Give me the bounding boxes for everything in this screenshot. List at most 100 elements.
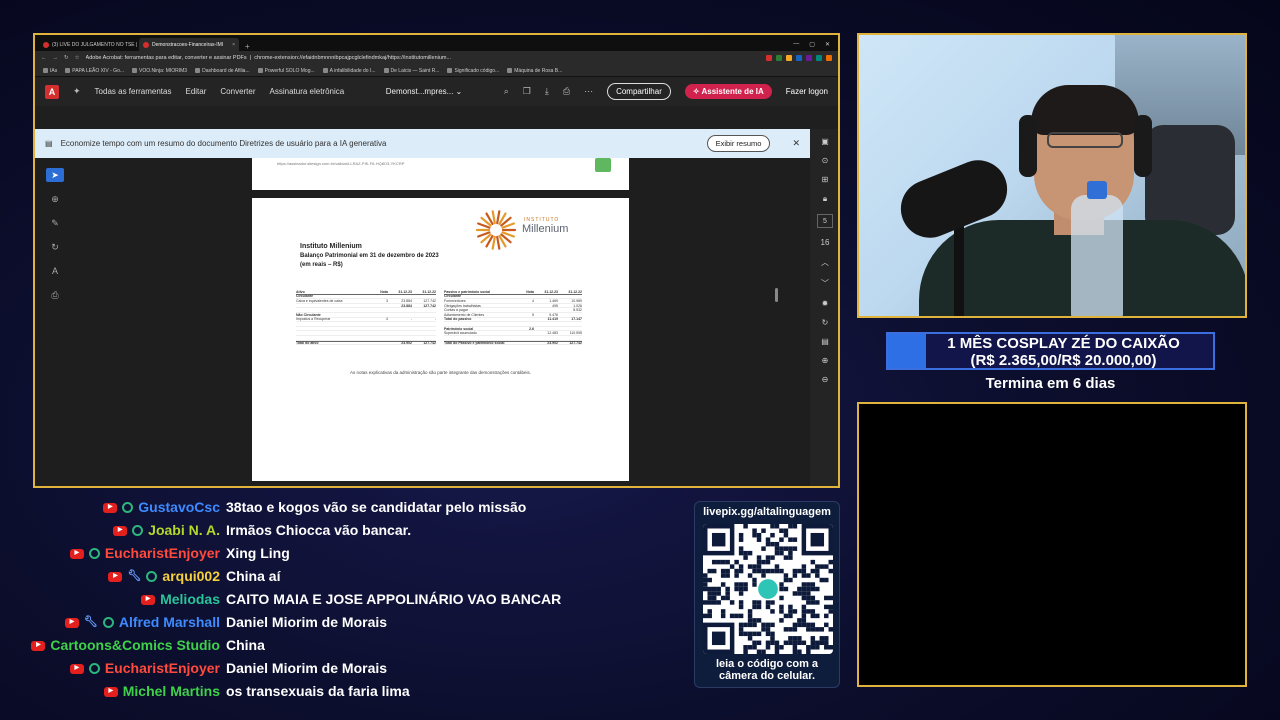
bookmark-star-icon[interactable]: ☆ bbox=[75, 55, 80, 61]
settings-icon[interactable]: ✹ bbox=[822, 299, 829, 308]
new-tab-button[interactable]: + bbox=[239, 42, 256, 51]
table-cell-y2022: - bbox=[434, 317, 436, 322]
pdf-viewport[interactable]: ➤ ⊕ ✎ ↻ A ⎙ https://assinador.sitesign.c… bbox=[35, 158, 810, 486]
show-summary-button[interactable]: Exibir resumo bbox=[706, 135, 771, 152]
extension-icon[interactable] bbox=[826, 55, 832, 61]
menu-all-tools[interactable]: Todas as ferramentas bbox=[95, 87, 172, 96]
reload-icon[interactable]: ↻ bbox=[64, 55, 69, 61]
table-cell-label: Não Circulante bbox=[296, 312, 321, 317]
menu-edit[interactable]: Editar bbox=[185, 87, 206, 96]
ai-tools-icon[interactable]: ✦ bbox=[73, 86, 81, 97]
select-tool-icon[interactable]: ➤ bbox=[46, 168, 64, 182]
chat-username[interactable]: EucharistEnjoyer bbox=[105, 542, 220, 565]
bookmark-item[interactable]: IAs bbox=[43, 68, 57, 74]
youtube-icon: ▶ bbox=[103, 502, 118, 513]
refresh-icon[interactable]: ↻ bbox=[822, 318, 829, 327]
bookmark-item[interactable]: Dashboard de Afilia... bbox=[195, 68, 250, 74]
print-icon[interactable]: ⎙ bbox=[563, 86, 570, 97]
chat-username[interactable]: GustavoCsc bbox=[138, 496, 220, 519]
chat-username[interactable]: EucharistEnjoyer bbox=[105, 657, 220, 680]
goal-title: 1 MÊS COSPLAY ZÉ DO CAIXÃO bbox=[947, 335, 1180, 352]
table-cell-y2022: 127.742 bbox=[423, 303, 436, 308]
forward-icon[interactable]: → bbox=[53, 55, 59, 61]
url-text: chrome-extension://efaidnbmnnnibpcajpcgl… bbox=[254, 55, 452, 61]
close-window-icon[interactable]: ✕ bbox=[825, 41, 830, 48]
chat-author: ▶ Cartoons&Comics Studio bbox=[31, 634, 220, 657]
bookmark-item[interactable]: Significado código... bbox=[447, 68, 499, 74]
chevron-up-icon[interactable]: ︿ bbox=[821, 257, 829, 268]
lasso-tool-icon[interactable]: ↻ bbox=[46, 240, 64, 254]
bookmark-item[interactable]: PAPA LEÃO XIV - Go... bbox=[65, 68, 124, 74]
current-page-input[interactable]: 5 bbox=[817, 214, 833, 228]
bookmark-item[interactable]: A infalibilidade do I... bbox=[323, 68, 376, 74]
acrobat-logo-icon[interactable]: A bbox=[45, 84, 59, 99]
menu-e-signature[interactable]: Assinatura eletrônica bbox=[270, 87, 345, 96]
chat-username[interactable]: Michel Martins bbox=[123, 680, 220, 703]
zoom-out-icon[interactable]: ⊖ bbox=[822, 375, 829, 384]
close-banner-icon[interactable]: ✕ bbox=[792, 138, 800, 149]
share-button[interactable]: Compartilhar bbox=[607, 83, 671, 100]
chat-author: ▶ 🔧︎ arqui002 bbox=[108, 565, 220, 588]
chat-author: ▶ Meliodas bbox=[141, 588, 220, 611]
minimize-icon[interactable]: — bbox=[793, 41, 799, 48]
chat-username[interactable]: arqui002 bbox=[162, 565, 220, 588]
chat-message: ▶ Joabi N. A. Irmãos Chiocca vão bancar. bbox=[0, 519, 700, 542]
extension-icon[interactable] bbox=[796, 55, 802, 61]
share-link-icon[interactable]: ⊙ bbox=[822, 156, 829, 165]
table-cell-label: Total do passivo bbox=[444, 317, 472, 322]
chat-username[interactable]: Alfred Marshall bbox=[119, 611, 220, 634]
draw-tool-icon[interactable]: ✎ bbox=[46, 216, 64, 230]
millenium-sun-logo-icon bbox=[475, 210, 517, 250]
page-icon[interactable]: ▤ bbox=[821, 337, 829, 346]
url-field[interactable]: Adobe Acrobat: ferramentas para editar, … bbox=[86, 55, 760, 61]
text-tool-icon[interactable]: A bbox=[46, 264, 64, 278]
copy-icon[interactable]: ❐ bbox=[523, 86, 531, 97]
table-cell-y2023: - bbox=[410, 317, 412, 322]
table-cell-label: Total do Passivo e patrimônio social bbox=[444, 340, 505, 345]
youtube-icon bbox=[43, 41, 49, 48]
balance-sheet-page: INSTITUTO Millenium Instituto Millenium … bbox=[252, 198, 629, 481]
youtube-icon: ▶ bbox=[141, 594, 156, 605]
bookmark-item[interactable]: VOO.Ninja: MIORIM3 bbox=[132, 68, 187, 74]
document-title-dropdown[interactable]: Demonst...mpres... ⌄ bbox=[386, 87, 463, 96]
extension-icon[interactable] bbox=[816, 55, 822, 61]
chat-username[interactable]: Joabi N. A. bbox=[148, 519, 220, 542]
login-button[interactable]: Fazer logon bbox=[786, 87, 828, 96]
extension-icon[interactable] bbox=[776, 55, 782, 61]
back-icon[interactable]: ← bbox=[41, 55, 47, 61]
maximize-icon[interactable]: ▢ bbox=[809, 41, 815, 48]
stamp-tool-icon[interactable]: ⎙ bbox=[46, 288, 64, 302]
table-cell-y2023: 9.476 bbox=[549, 312, 558, 317]
chat-text: CAITO MAIA E JOSE APPOLINÁRIO VAO BANCAR bbox=[226, 591, 562, 607]
scrollbar-thumb[interactable] bbox=[775, 288, 778, 302]
table-cell-y2023: 1.469 bbox=[549, 298, 558, 303]
tab-live-julgamento[interactable]: (3) LIVE DO JULGAMENTO NO TSE | × bbox=[39, 38, 139, 51]
bookmark-item[interactable]: De Laicis — Saint R... bbox=[384, 68, 440, 74]
zoom-tool-icon[interactable]: ⊕ bbox=[46, 192, 64, 206]
table-cell-label: Circulante bbox=[296, 294, 314, 299]
table-cell-label: Total do ativo bbox=[296, 340, 319, 345]
extension-icon[interactable] bbox=[786, 55, 792, 61]
search-icon[interactable]: ⌕ bbox=[504, 86, 509, 97]
more-icon[interactable]: ⋯ bbox=[584, 86, 593, 97]
chevron-down-icon[interactable]: ﹀ bbox=[821, 278, 829, 289]
extension-icon[interactable] bbox=[806, 55, 812, 61]
chat-message: ▶ Michel Martins os transexuais da faria l… bbox=[0, 680, 700, 703]
download-icon[interactable]: ⤓ bbox=[545, 86, 549, 97]
ai-assistant-button[interactable]: ✧ Assistente de IA bbox=[684, 84, 772, 99]
menu-convert[interactable]: Converter bbox=[220, 87, 255, 96]
tab-demonstracoes[interactable]: Demonstracoes-Financeiras-IMI × bbox=[139, 38, 239, 51]
extension-icon[interactable] bbox=[766, 55, 772, 61]
comment-icon[interactable]: ▣ bbox=[821, 137, 829, 146]
lock-icon[interactable]: 🔒︎ bbox=[823, 194, 827, 204]
chat-username[interactable]: Cartoons&Comics Studio bbox=[50, 634, 220, 657]
chat-message: ▶ 🔧︎ arqui002 China aí bbox=[0, 565, 700, 588]
chat-username[interactable]: Meliodas bbox=[160, 588, 220, 611]
member-badge-icon bbox=[146, 571, 158, 582]
youtube-icon: ▶ bbox=[103, 686, 118, 697]
close-tab-icon[interactable]: × bbox=[232, 42, 235, 48]
bookmark-item[interactable]: Powerful SOLO Mog... bbox=[258, 68, 315, 74]
bookmark-item[interactable]: Máquina de Rosa B... bbox=[507, 68, 562, 74]
zoom-in-icon[interactable]: ⊕ bbox=[822, 356, 829, 365]
grid-icon[interactable]: ⊞ bbox=[822, 175, 829, 184]
